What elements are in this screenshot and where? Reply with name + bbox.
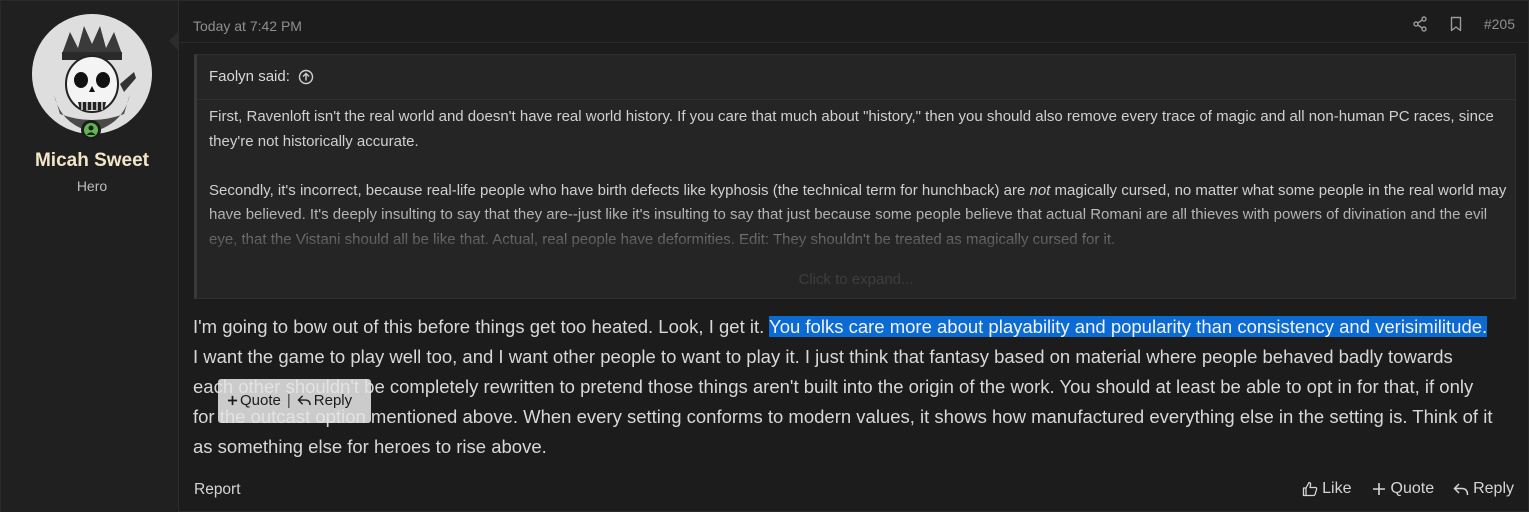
username[interactable]: Micah Sweet (1, 150, 183, 172)
message-text: I want the game to play well too, and I … (193, 346, 1493, 457)
message-text: I'm going to bow out of this before thin… (193, 316, 770, 337)
reply-icon (1453, 483, 1469, 496)
tooltip-separator: | (286, 392, 291, 409)
post-number[interactable]: #205 (1484, 16, 1515, 32)
user-avatar[interactable] (32, 14, 152, 134)
quote-emphasis: not (1029, 181, 1051, 199)
selection-tooltip: Quote | Reply (218, 379, 371, 423)
selected-text: You folks care more about playability an… (769, 316, 1488, 337)
post-footer-actions: Like Quote Reply (1302, 480, 1514, 498)
quote-header: Faolyn said: (209, 68, 314, 85)
tooltip-reply-button[interactable]: Reply (297, 392, 352, 409)
tooltip-quote-button[interactable]: Quote (227, 392, 281, 409)
quote-paragraph: First, Ravenloft isn't the real world an… (209, 108, 1494, 150)
plus-icon (1372, 483, 1385, 495)
quote-button[interactable]: Quote (1371, 480, 1435, 498)
plus-icon (227, 395, 238, 406)
like-label: Like (1322, 480, 1352, 497)
post-date[interactable]: Today at 7:42 PM (193, 18, 302, 34)
message-body: I'm going to bow out of this before thin… (193, 312, 1493, 462)
thumbs-up-icon (1302, 481, 1318, 497)
forum-post: Micah Sweet Hero Today at 7:42 PM #205 F… (0, 0, 1529, 512)
post-header-actions: #205 (1412, 16, 1515, 32)
bookmark-icon[interactable] (1448, 16, 1464, 32)
online-status-indicator (81, 120, 101, 140)
like-button[interactable]: Like (1302, 480, 1352, 498)
post-arrow (169, 31, 179, 51)
quote-label: Quote (1390, 480, 1435, 497)
user-online-icon (86, 125, 96, 135)
reply-button[interactable]: Reply (1453, 480, 1514, 498)
reply-icon (297, 395, 311, 406)
tooltip-quote-label: Quote (240, 392, 281, 409)
quote-block: Faolyn said: First, Ravenloft isn't the … (194, 54, 1516, 299)
header-divider (180, 42, 1528, 43)
skull-avatar-icon (32, 14, 152, 134)
tooltip-reply-label: Reply (313, 392, 353, 409)
click-to-expand[interactable]: Click to expand... (197, 271, 1515, 288)
reply-label: Reply (1473, 480, 1514, 497)
user-column: Micah Sweet Hero (1, 1, 179, 512)
quote-divider (197, 99, 1515, 100)
user-title: Hero (76, 178, 108, 194)
report-link[interactable]: Report (194, 481, 241, 499)
share-icon[interactable] (1412, 16, 1428, 32)
quote-author[interactable]: Faolyn said: (209, 68, 290, 85)
arrow-up-circle-icon[interactable] (298, 69, 314, 85)
quote-text: Secondly, it's incorrect, because real-l… (209, 181, 1030, 199)
